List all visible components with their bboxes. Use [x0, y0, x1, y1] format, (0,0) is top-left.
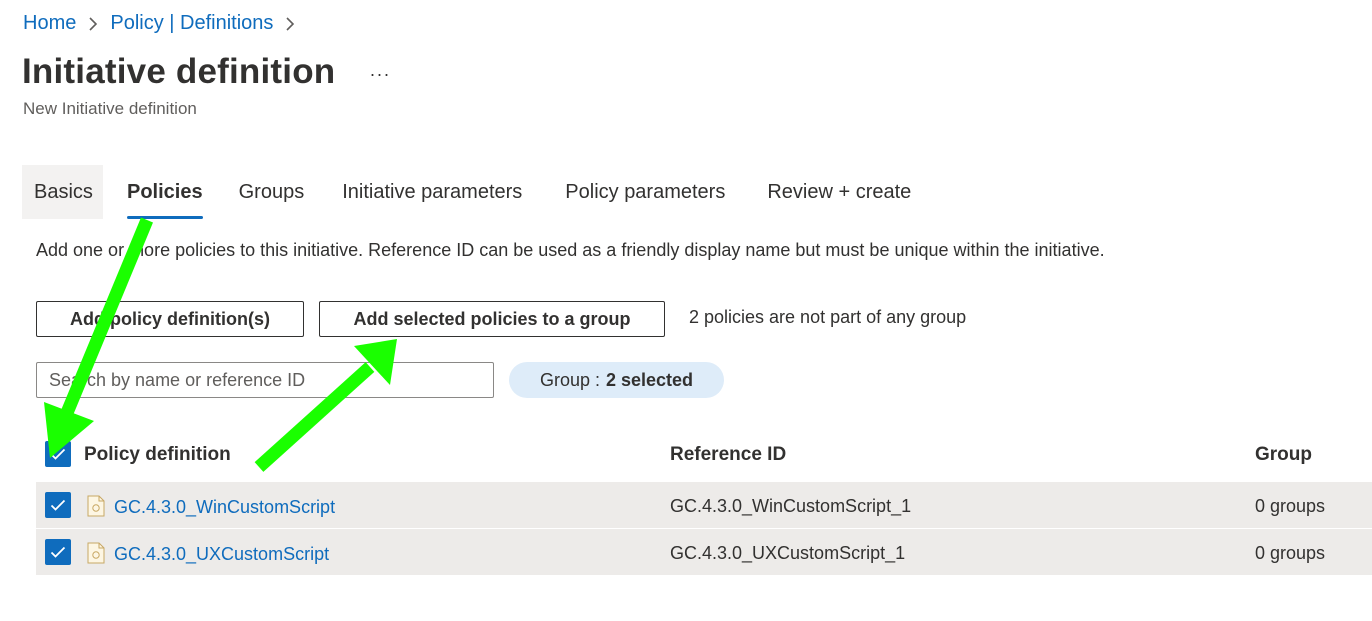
- select-all-checkbox[interactable]: [45, 441, 71, 467]
- chevron-right-icon: [285, 16, 295, 32]
- checkmark-icon: [50, 499, 66, 511]
- ellipsis-icon: ···: [369, 63, 391, 84]
- checkmark-icon: [50, 448, 66, 460]
- tab-initiative-parameters[interactable]: Initiative parameters: [342, 165, 522, 219]
- row-checkbox[interactable]: [45, 539, 71, 565]
- row-checkbox[interactable]: [45, 492, 71, 518]
- column-header-policy-definition[interactable]: Policy definition: [84, 444, 231, 466]
- reference-id-cell[interactable]: GC.4.3.0_WinCustomScript_1: [670, 496, 911, 517]
- policy-document-icon: [87, 495, 105, 517]
- arrow-icon: [254, 339, 397, 472]
- add-selected-to-group-button[interactable]: Add selected policies to a group: [319, 301, 665, 337]
- breadcrumb: Home Policy | Definitions: [23, 12, 307, 35]
- filter-key: Group :: [539, 369, 600, 390]
- tab-review-create[interactable]: Review + create: [767, 165, 911, 219]
- filter-value: 2 selected: [605, 369, 694, 390]
- chevron-right-icon: [88, 16, 98, 32]
- tab-label: Basics: [34, 180, 93, 203]
- page-subtitle: New Initiative definition: [23, 99, 197, 118]
- policy-document-icon: [87, 542, 105, 564]
- tab-label: Policy parameters: [565, 180, 726, 203]
- add-policy-definitions-button[interactable]: Add policy definition(s): [36, 301, 304, 337]
- tab-policy-parameters[interactable]: Policy parameters: [565, 165, 725, 219]
- group-count-cell: 0 groups: [1255, 543, 1326, 563]
- tab-label: Groups: [238, 180, 305, 203]
- group-count-cell: 0 groups: [1255, 496, 1326, 516]
- page-title: Initiative definition: [22, 52, 336, 91]
- ungrouped-policies-note: 2 policies are not part of any group: [689, 307, 967, 327]
- column-header-reference-id[interactable]: Reference ID: [670, 444, 786, 466]
- tab-label: Initiative parameters: [342, 180, 523, 203]
- policies-description: Add one or more policies to this initiat…: [36, 240, 1105, 260]
- column-header-group[interactable]: Group: [1255, 444, 1312, 466]
- more-options-button[interactable]: ···: [366, 60, 394, 88]
- tab-basics[interactable]: Basics: [22, 165, 103, 219]
- tab-label: Policies: [127, 180, 203, 203]
- group-filter-pill[interactable]: Group : 2 selected: [509, 362, 724, 398]
- breadcrumb-home-link[interactable]: Home: [23, 12, 76, 35]
- search-input[interactable]: [36, 362, 494, 398]
- policy-name-link[interactable]: GC.4.3.0_UXCustomScript: [114, 544, 329, 565]
- policy-name-link[interactable]: GC.4.3.0_WinCustomScript: [114, 497, 335, 518]
- checkmark-icon: [50, 546, 66, 558]
- tab-groups[interactable]: Groups: [239, 165, 305, 219]
- reference-id-cell[interactable]: GC.4.3.0_UXCustomScript_1: [670, 543, 905, 564]
- tab-label: Review + create: [767, 180, 912, 203]
- tab-policies[interactable]: Policies: [127, 165, 203, 219]
- tab-bar: Basics Policies Groups Initiative parame…: [22, 165, 911, 219]
- breadcrumb-policy-definitions-link[interactable]: Policy | Definitions: [110, 12, 273, 35]
